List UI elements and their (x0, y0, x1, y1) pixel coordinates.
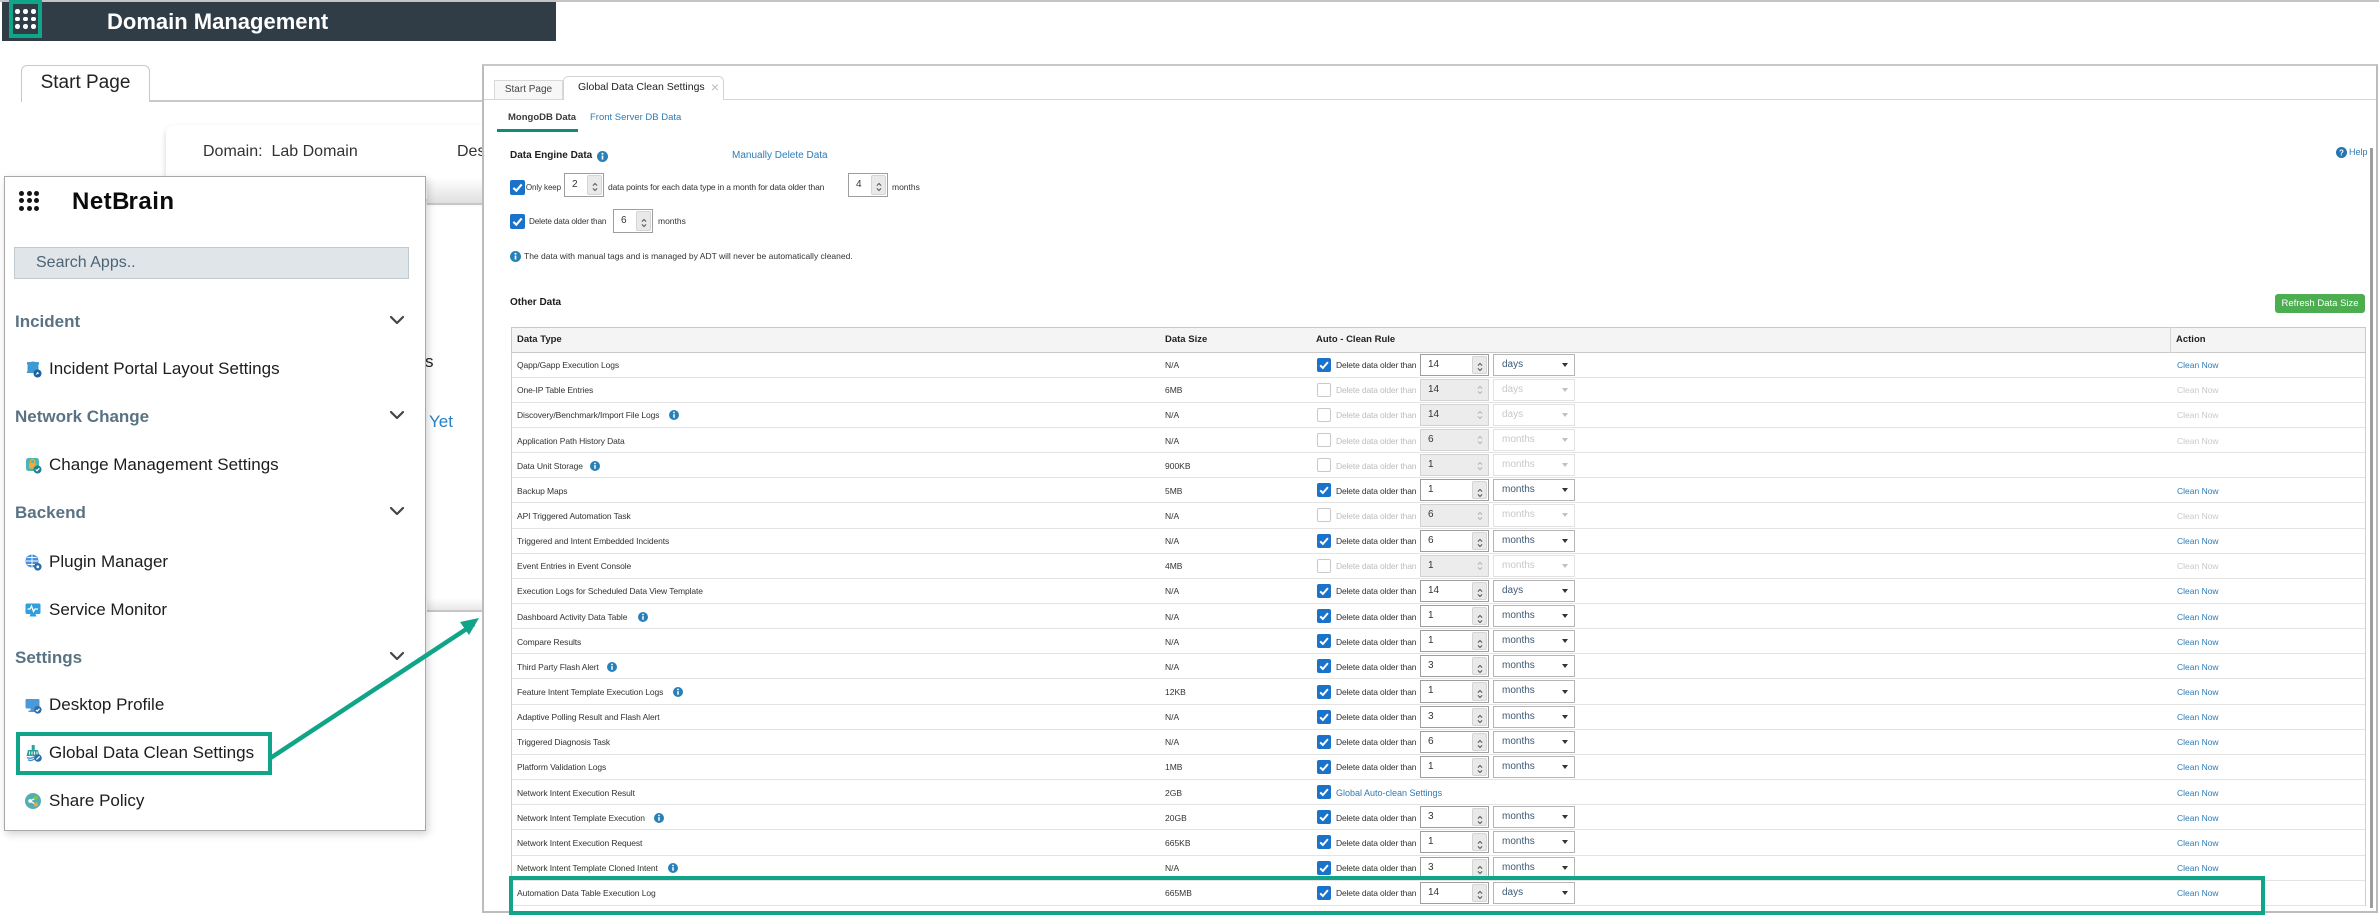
svg-text:?: ? (2339, 148, 2344, 157)
